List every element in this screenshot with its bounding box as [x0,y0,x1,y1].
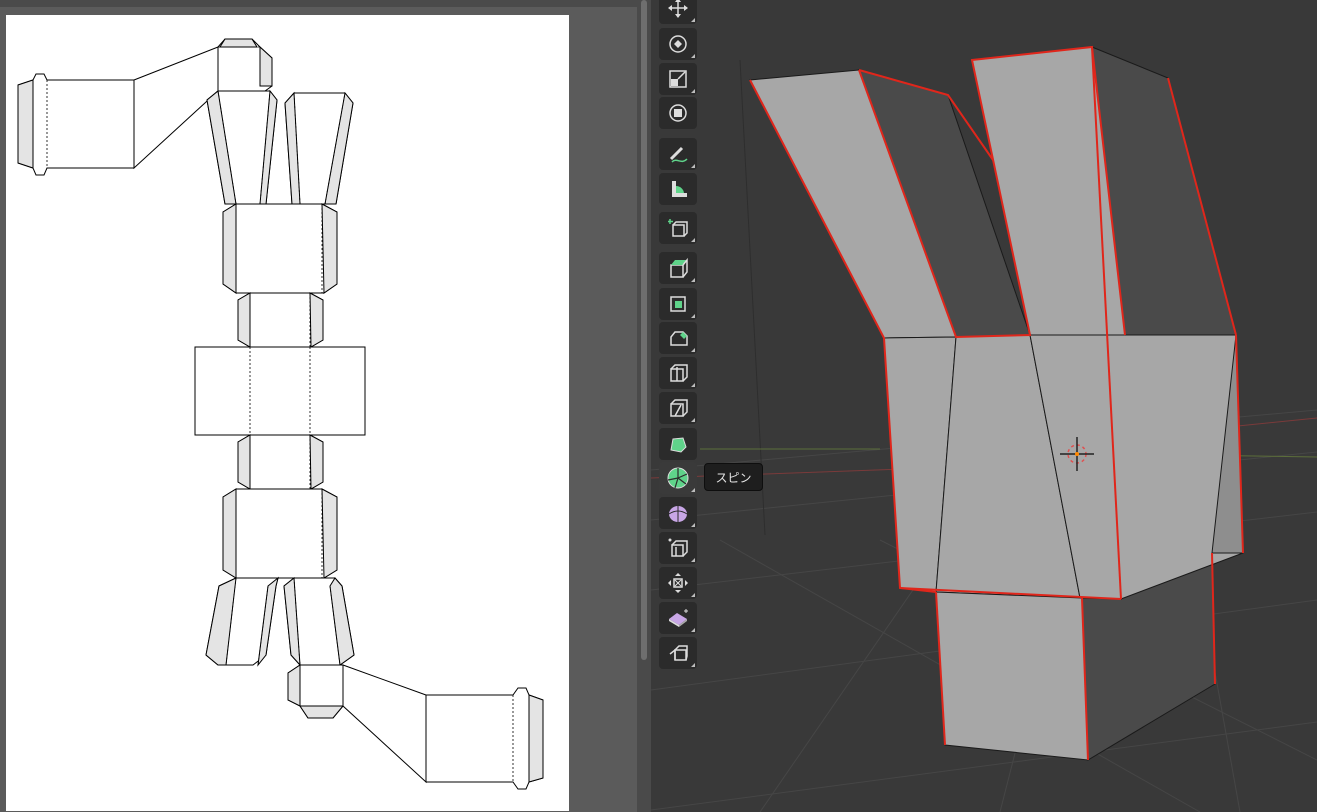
tooltip-label: スピン [715,471,752,485]
poly-build-icon [670,437,687,453]
rotate-icon [669,35,687,53]
shear-tool-button[interactable] [659,602,697,634]
rip-region-tool-button[interactable] [659,637,697,669]
smooth-icon [668,506,688,522]
transform-icon [669,104,687,122]
knife-tool-button[interactable] [659,392,697,424]
add-cube-icon [668,219,688,237]
viewport-scene [651,45,1317,812]
move-tool-button[interactable] [659,0,697,24]
annotate-tool-button[interactable] [659,138,697,170]
edge-slide-tool-button[interactable] [659,532,697,564]
paper-preview-panel [0,7,640,812]
transform-tool-button[interactable] [659,97,697,129]
annotate-icon [669,146,688,163]
extrude-tool-button[interactable] [659,252,697,284]
3d-viewport[interactable] [651,0,1317,812]
paper-sheet [6,15,569,811]
edge-slide-icon [668,538,688,557]
move-icon [668,0,688,18]
bevel-icon [670,331,688,346]
knife-icon [670,399,688,417]
inset-faces-icon [670,296,686,312]
spin-icon [667,467,689,489]
add-cube-tool-button[interactable] [659,212,697,244]
spin-tool-button[interactable] [659,462,697,494]
poly-build-tool-button[interactable] [659,428,697,460]
measure-icon [672,181,687,197]
bevel-tool-button[interactable] [659,322,697,354]
shear-icon [669,609,688,627]
unfold-net-drawing [17,38,544,790]
inset-faces-tool-button[interactable] [659,288,697,320]
rotate-tool-button[interactable] [659,28,697,60]
shrink-fatten-tool-button[interactable] [659,567,697,599]
measure-tool-button[interactable] [659,173,697,205]
extrude-icon [670,257,688,278]
scrollbar-thumb[interactable] [641,0,647,660]
scale-icon [669,70,687,88]
smooth-tool-button[interactable] [659,497,697,529]
rip-region-icon [669,645,688,661]
scale-tool-button[interactable] [659,63,697,95]
tool-tooltip: スピン [704,463,763,491]
loop-cut-tool-button[interactable] [659,357,697,389]
loop-cut-icon [670,364,688,382]
shrink-fatten-icon [668,573,688,593]
